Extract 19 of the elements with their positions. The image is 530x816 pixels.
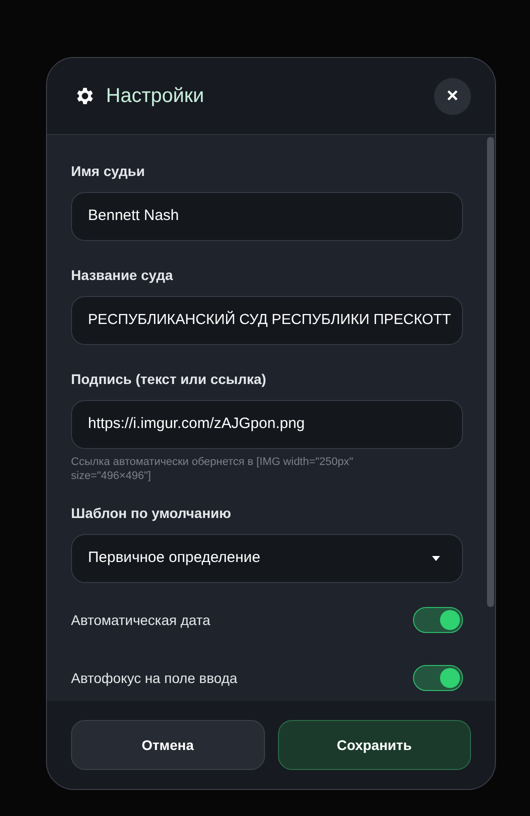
caret-icon <box>432 556 440 561</box>
toggle-label: Автоматическая дата <box>71 610 210 630</box>
toggle-switch[interactable] <box>413 665 463 691</box>
input-field[interactable]: Bennett Nash <box>71 192 463 241</box>
template-dropdown[interactable]: Первичное определение <box>71 534 463 583</box>
input-field[interactable]: РЕСПУБЛИКАНСКИЙ СУД РЕСПУБЛИКИ ПРЕСКОТТ <box>71 296 463 345</box>
input-field[interactable]: https://i.imgur.com/zAJGpon.png <box>71 400 463 449</box>
field-label: Шаблон по умолчанию <box>71 504 232 523</box>
field-label: Подпись (текст или ссылка) <box>71 370 268 389</box>
field-label: Название суда <box>71 266 174 285</box>
cancel-button[interactable]: Отмена <box>71 720 264 770</box>
dialog-title: Настройки <box>106 84 206 109</box>
field-label: Имя судьи <box>71 162 146 181</box>
scrollbar-thumb[interactable] <box>487 137 494 607</box>
hint-text: Ссылка автоматически обернется в [IMG width="250px" size="496×496"] <box>71 455 354 483</box>
toggle-switch[interactable] <box>413 607 463 633</box>
toggle-label: Автофокус на поле ввода <box>71 668 238 688</box>
save-button[interactable]: Сохранить <box>278 720 471 770</box>
close-button[interactable]: × <box>434 78 471 114</box>
